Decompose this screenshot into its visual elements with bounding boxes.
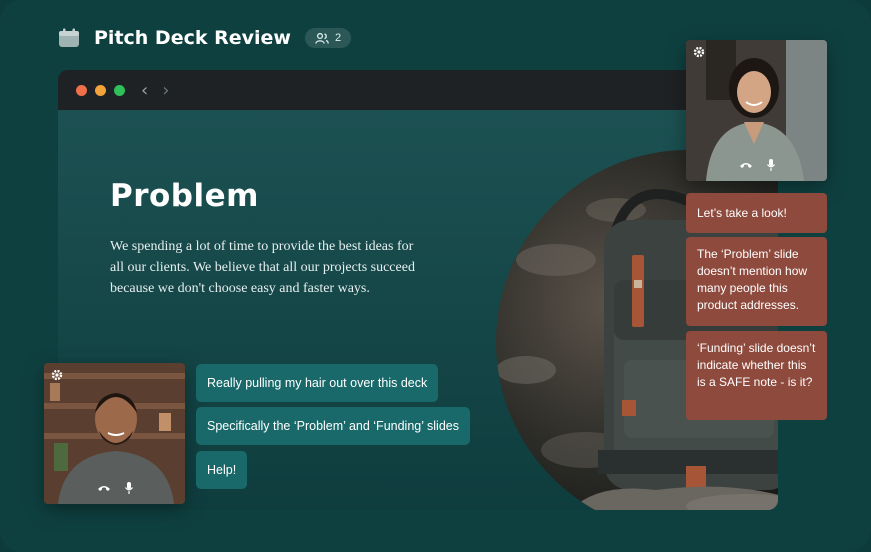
microphone-icon[interactable] bbox=[766, 159, 775, 171]
maximize-window-button[interactable] bbox=[114, 84, 125, 96]
back-arrow-icon[interactable]: ‹ bbox=[141, 80, 148, 101]
chat-message-right: The ‘Problem’ slide doesn’t mention how … bbox=[686, 237, 827, 326]
chat-message-left: Specifically the ‘Problem’ and ‘Funding’… bbox=[196, 407, 470, 445]
participants-count: 2 bbox=[334, 32, 342, 44]
calendar-icon bbox=[59, 28, 79, 47]
gear-icon[interactable] bbox=[693, 46, 705, 58]
hang-up-icon[interactable] bbox=[97, 484, 111, 492]
users-icon bbox=[315, 32, 329, 44]
chat-message-left: Help! bbox=[196, 451, 248, 489]
slide-title: Problem bbox=[110, 178, 259, 214]
participants-badge[interactable]: 2 bbox=[304, 28, 352, 48]
gear-icon[interactable] bbox=[51, 369, 63, 381]
local-video-tile bbox=[44, 363, 185, 504]
app: Pitch Deck Review 2 ‹ › Problem We spend… bbox=[0, 0, 871, 552]
minimize-window-button[interactable] bbox=[95, 84, 106, 96]
page-title: Pitch Deck Review bbox=[94, 27, 291, 49]
microphone-icon[interactable] bbox=[124, 482, 133, 494]
close-window-button[interactable] bbox=[76, 84, 87, 96]
forward-arrow-icon[interactable]: › bbox=[162, 80, 169, 101]
chat-message-right: ‘Funding’ slide doesn’t indicate whether… bbox=[686, 331, 827, 420]
hang-up-icon[interactable] bbox=[739, 161, 753, 169]
chat-message-left: Really pulling my hair out over this dec… bbox=[196, 364, 439, 402]
window-titlebar: ‹ › bbox=[58, 70, 778, 110]
slide-body: We spending a lot of time to provide the… bbox=[110, 239, 415, 296]
remote-video-tile bbox=[686, 40, 827, 181]
header: Pitch Deck Review 2 bbox=[58, 24, 352, 52]
chat-message-right: Let’s take a look! bbox=[686, 193, 827, 233]
